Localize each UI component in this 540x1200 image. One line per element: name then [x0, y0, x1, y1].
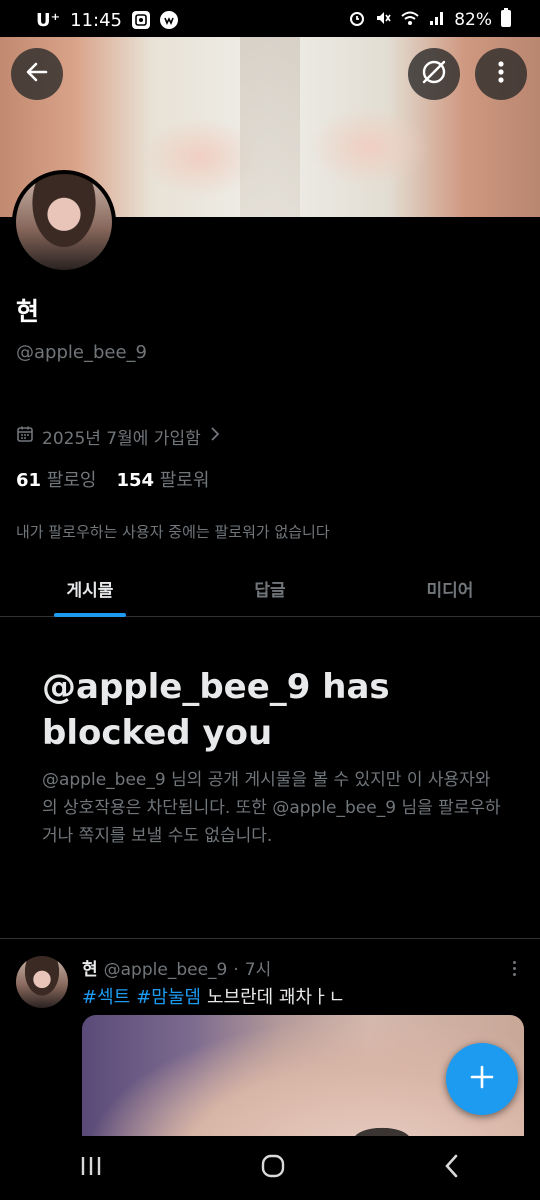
tab-replies-label: 답글 [254, 580, 286, 601]
tab-media-label: 미디어 [426, 580, 474, 601]
recents-icon[interactable] [78, 1154, 104, 1182]
alarm-icon [348, 9, 366, 32]
status-bar: U⁺ 11:45 82% [0, 0, 540, 40]
following-count: 61 [16, 470, 42, 491]
banner-stripe [240, 37, 300, 217]
carrier-label: U⁺ [36, 9, 61, 31]
messaging-app-icon [160, 11, 178, 29]
followers-label: 팔로워 [159, 470, 210, 491]
tab-media[interactable]: 미디어 [360, 560, 540, 616]
following-label: 팔로잉 [46, 470, 97, 491]
post-avatar[interactable] [16, 956, 68, 1008]
follow-stats: 61 팔로잉 154 팔로워 [16, 466, 209, 492]
vertical-dots-icon [497, 60, 505, 88]
gallery-app-icon [132, 11, 150, 29]
back-chevron-icon[interactable] [442, 1153, 462, 1183]
following-link[interactable]: 61 팔로잉 [16, 466, 96, 492]
system-nav-bar [0, 1136, 540, 1200]
post-header: 현 @apple_bee_9 · 7시 [82, 955, 271, 980]
slash-circle-icon [420, 58, 448, 90]
profile-avatar[interactable] [12, 170, 116, 274]
hashtag-link[interactable]: #맘눌뎀 [136, 983, 201, 1009]
signal-icon [428, 9, 446, 32]
blocked-title: @apple_bee_9 has blocked you [42, 667, 390, 753]
post-author-handle[interactable]: @apple_bee_9 [104, 960, 228, 980]
hashtag-link[interactable]: #섹트 [82, 983, 130, 1009]
chevron-right-icon [209, 426, 221, 447]
clock: 11:45 [70, 9, 122, 31]
divider [0, 938, 540, 939]
profile-name: 현 [16, 297, 40, 326]
tab-posts-label: 게시물 [66, 580, 114, 601]
post-separator: · [233, 960, 239, 980]
followers-count: 154 [116, 470, 155, 491]
profile-tabs: 게시물 답글 미디어 [0, 560, 540, 617]
post-author-name[interactable]: 현 [82, 955, 98, 980]
tab-replies[interactable]: 답글 [180, 560, 360, 616]
more-options-button[interactable] [475, 48, 527, 100]
followers-link[interactable]: 154 팔로워 [116, 466, 209, 492]
arrow-left-icon [24, 59, 50, 89]
post-body: 노브란데 괘차ㅏㄴ [206, 987, 346, 1008]
joined-date-text: 2025년 7월에 가입함 [42, 429, 201, 449]
plus-icon [469, 1064, 495, 1094]
compose-button[interactable] [446, 1043, 518, 1115]
calendar-icon [16, 425, 34, 448]
blocked-description: @apple_bee_9 님의 공개 게시물을 볼 수 있지만 이 사용자와의 … [42, 770, 501, 846]
battery-percentage: 82% [454, 10, 492, 30]
wifi-icon [400, 9, 420, 32]
followers-you-know[interactable]: 내가 팔로우하는 사용자 중에는 팔로워가 없습니다 [16, 521, 330, 542]
home-icon[interactable] [259, 1152, 287, 1184]
post-more-button[interactable] [504, 956, 524, 980]
battery-icon [500, 7, 512, 33]
mute-icon [374, 9, 392, 32]
joined-date-link[interactable]: 2025년 7월에 가입함 [16, 424, 221, 449]
post-time[interactable]: 7시 [245, 955, 271, 980]
post-text[interactable]: #섹트 #맘눌뎀 노브란데 괘차ㅏㄴ [82, 983, 345, 1009]
back-button[interactable] [11, 48, 63, 100]
tab-posts[interactable]: 게시물 [0, 560, 180, 617]
active-tab-indicator [54, 613, 126, 617]
grok-button[interactable] [408, 48, 460, 100]
profile-handle: @apple_bee_9 [16, 342, 147, 363]
